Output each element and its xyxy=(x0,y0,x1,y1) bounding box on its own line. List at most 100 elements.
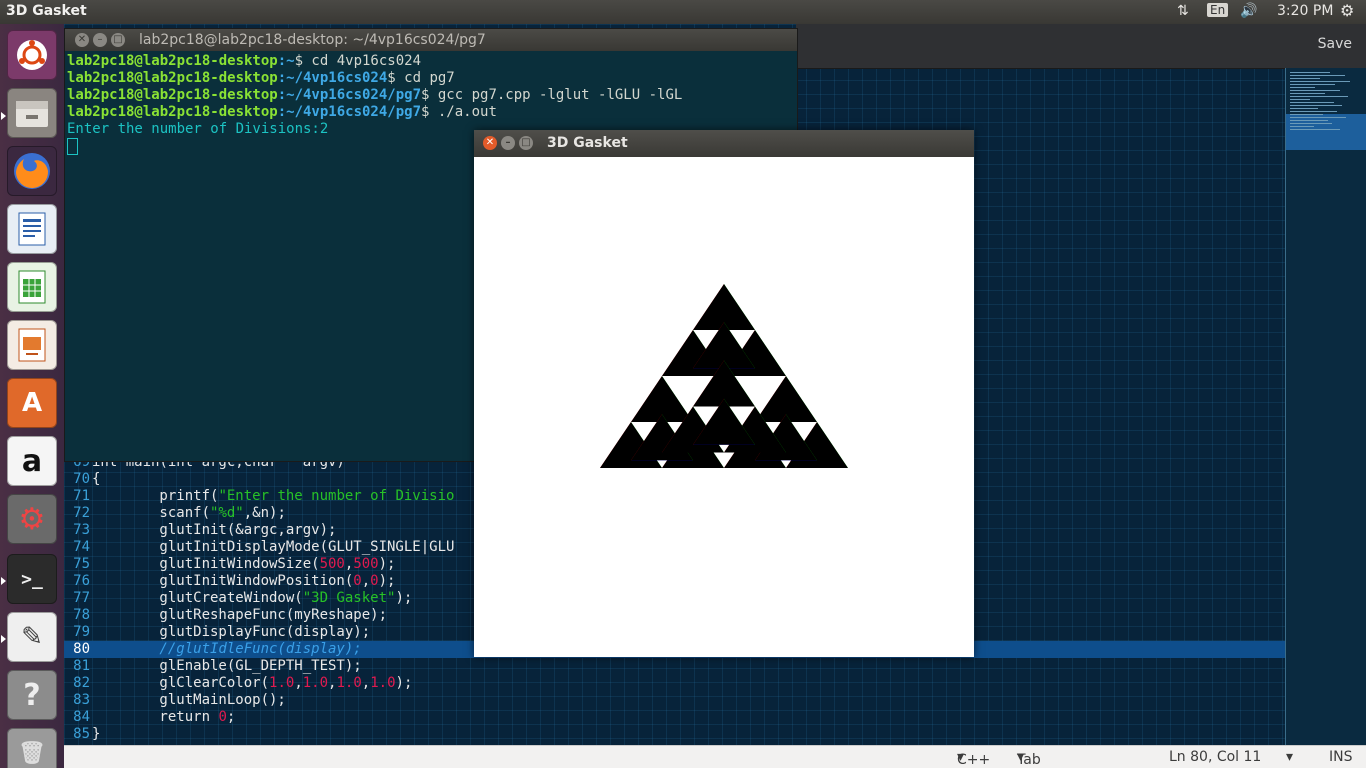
code-line[interactable]: 77 glutCreateWindow("3D Gasket"); xyxy=(64,590,412,607)
code-line[interactable]: 71 printf("Enter the number of Divisio xyxy=(64,488,454,505)
line-number: 80 xyxy=(73,641,90,657)
language-selector[interactable]: C++ ▾ xyxy=(957,749,990,768)
line-number: 78 xyxy=(73,607,90,623)
text-editor-icon[interactable]: ✎ xyxy=(7,612,57,662)
prompt-user: lab2pc18@lab2pc18-desktop xyxy=(67,53,278,69)
minimize-icon[interactable]: – xyxy=(501,136,515,150)
terminal-line: lab2pc18@lab2pc18-desktop:~/4vp16cs024$ … xyxy=(67,70,682,87)
minimap-line xyxy=(1290,126,1314,127)
command-text: $ cd pg7 xyxy=(387,70,455,86)
code-line[interactable]: 72 scanf("%d",&n); xyxy=(64,505,286,522)
line-number: 72 xyxy=(73,505,90,521)
editor-status-bar: C++ ▾ Tab Width: 8 ▾ Ln 80, Col 11 ▾ INS xyxy=(64,745,1366,768)
line-number: 83 xyxy=(73,692,90,708)
minimap-line xyxy=(1290,114,1323,115)
libreoffice-calc-icon[interactable] xyxy=(7,262,57,312)
software-center-icon[interactable]: A xyxy=(7,378,57,428)
command-text: $ gcc pg7.cpp -lglut -lGLU -lGL xyxy=(421,87,683,103)
ubuntu-dash-icon[interactable] xyxy=(7,30,57,80)
code-text: scanf("%d",&n); xyxy=(92,505,286,521)
files-icon[interactable] xyxy=(7,88,57,138)
code-text: glClearColor(1.0,1.0,1.0,1.0); xyxy=(92,675,413,691)
minimize-icon[interactable]: – xyxy=(93,33,107,47)
code-line[interactable]: 80 //glutIdleFunc(display); xyxy=(64,641,362,658)
line-number: 74 xyxy=(73,539,90,555)
close-icon[interactable]: ✕ xyxy=(75,33,89,47)
prompt-path: :~ xyxy=(277,53,295,69)
volume-icon[interactable]: 🔊 xyxy=(1240,3,1257,19)
code-line[interactable]: 74 glutInitDisplayMode(GLUT_SINGLE|GLU xyxy=(64,539,454,556)
minimap-line xyxy=(1290,81,1350,82)
line-number: 82 xyxy=(73,675,90,691)
command-text: $ ./a.out xyxy=(421,104,497,120)
cursor-position[interactable]: Ln 80, Col 11 xyxy=(1169,749,1261,765)
minimap[interactable] xyxy=(1285,68,1366,745)
code-text: glutReshapeFunc(myReshape); xyxy=(92,607,388,623)
code-text: glutInitDisplayMode(GLUT_SINGLE|GLU xyxy=(92,539,455,555)
tab-width-selector[interactable]: Tab Width: 8 ▾ xyxy=(1017,749,1041,768)
minimap-line xyxy=(1290,90,1340,91)
code-line[interactable]: 85} xyxy=(64,726,100,743)
maximize-icon[interactable]: □ xyxy=(111,33,125,47)
code-text: return 0; xyxy=(92,709,236,725)
code-line[interactable]: 76 glutInitWindowPosition(0,0); xyxy=(64,573,395,590)
code-line[interactable]: 84 return 0; xyxy=(64,709,235,726)
line-number: 76 xyxy=(73,573,90,589)
libreoffice-impress-icon[interactable] xyxy=(7,320,57,370)
code-text: glutDisplayFunc(display); xyxy=(92,624,371,640)
settings-gear-icon[interactable]: ⚙ xyxy=(1340,1,1354,20)
help-icon[interactable]: ? xyxy=(7,670,57,720)
amazon-icon[interactable]: a xyxy=(7,436,57,486)
minimap-line xyxy=(1290,96,1348,97)
minimap-line xyxy=(1290,75,1345,76)
code-text: glutInitWindowSize(500,500); xyxy=(92,556,396,572)
minimap-line xyxy=(1290,102,1334,103)
code-line[interactable]: 78 glutReshapeFunc(myReshape); xyxy=(64,607,387,624)
prompt-path: :~/4vp16cs024/pg7 xyxy=(277,87,422,103)
keyboard-layout-indicator[interactable]: En xyxy=(1207,3,1229,17)
code-line[interactable]: 81 glEnable(GL_DEPTH_TEST); xyxy=(64,658,362,675)
line-number: 84 xyxy=(73,709,90,725)
libreoffice-writer-icon[interactable] xyxy=(7,204,57,254)
prompt-path: :~/4vp16cs024 xyxy=(277,70,388,86)
terminal-line: lab2pc18@lab2pc18-desktop:~/4vp16cs024/p… xyxy=(67,87,682,104)
gasket-titlebar[interactable]: ✕ – □ 3D Gasket xyxy=(474,130,974,157)
terminal-line: lab2pc18@lab2pc18-desktop:~$ cd 4vp16cs0… xyxy=(67,53,682,70)
code-text: { xyxy=(92,471,101,487)
code-text: } xyxy=(92,726,101,742)
code-line[interactable]: 70{ xyxy=(64,471,100,488)
terminal-line: lab2pc18@lab2pc18-desktop:~/4vp16cs024/p… xyxy=(67,104,682,121)
line-number: 77 xyxy=(73,590,90,606)
prompt-user: lab2pc18@lab2pc18-desktop xyxy=(67,70,278,86)
trash-icon[interactable]: 🗑 xyxy=(7,728,57,768)
prompt-path: :~/4vp16cs024/pg7 xyxy=(277,104,422,120)
chevron-down-icon[interactable]: ▾ xyxy=(1286,749,1293,765)
code-line[interactable]: 73 glutInit(&argc,argv); xyxy=(64,522,336,539)
terminal-titlebar[interactable]: ✕ – □ lab2pc18@lab2pc18-desktop: ~/4vp16… xyxy=(65,29,797,51)
close-icon[interactable]: ✕ xyxy=(483,136,497,150)
terminal-icon[interactable]: >_ xyxy=(7,554,57,604)
firefox-icon[interactable] xyxy=(7,146,57,196)
gasket-title: 3D Gasket xyxy=(547,135,628,151)
code-line[interactable]: 82 glClearColor(1.0,1.0,1.0,1.0); xyxy=(64,675,412,692)
network-updown-icon[interactable]: ⇅ xyxy=(1177,3,1189,19)
line-number: 75 xyxy=(73,556,90,572)
minimap-line xyxy=(1290,108,1318,109)
save-button[interactable]: Save xyxy=(1318,36,1352,52)
minimap-line xyxy=(1290,84,1335,85)
minimap-line xyxy=(1290,111,1337,112)
code-line[interactable]: 75 glutInitWindowSize(500,500); xyxy=(64,556,395,573)
maximize-icon[interactable]: □ xyxy=(519,136,533,150)
code-text: glEnable(GL_DEPTH_TEST); xyxy=(92,658,362,674)
minimap-line xyxy=(1290,87,1315,88)
code-line[interactable]: 79 glutDisplayFunc(display); xyxy=(64,624,370,641)
line-number: 73 xyxy=(73,522,90,538)
system-settings-icon[interactable]: ⚙ xyxy=(7,494,57,544)
code-text: glutCreateWindow("3D Gasket"); xyxy=(92,590,413,606)
prompt-user: lab2pc18@lab2pc18-desktop xyxy=(67,87,278,103)
clock[interactable]: 3:20 PM xyxy=(1277,3,1333,19)
launcher: A a ⚙ >_ ✎ ? 🗑 xyxy=(0,24,65,768)
code-line[interactable]: 83 glutMainLoop(); xyxy=(64,692,286,709)
gasket-window[interactable]: ✕ – □ 3D Gasket xyxy=(474,130,974,657)
code-text: //glutIdleFunc(display); xyxy=(92,641,362,657)
